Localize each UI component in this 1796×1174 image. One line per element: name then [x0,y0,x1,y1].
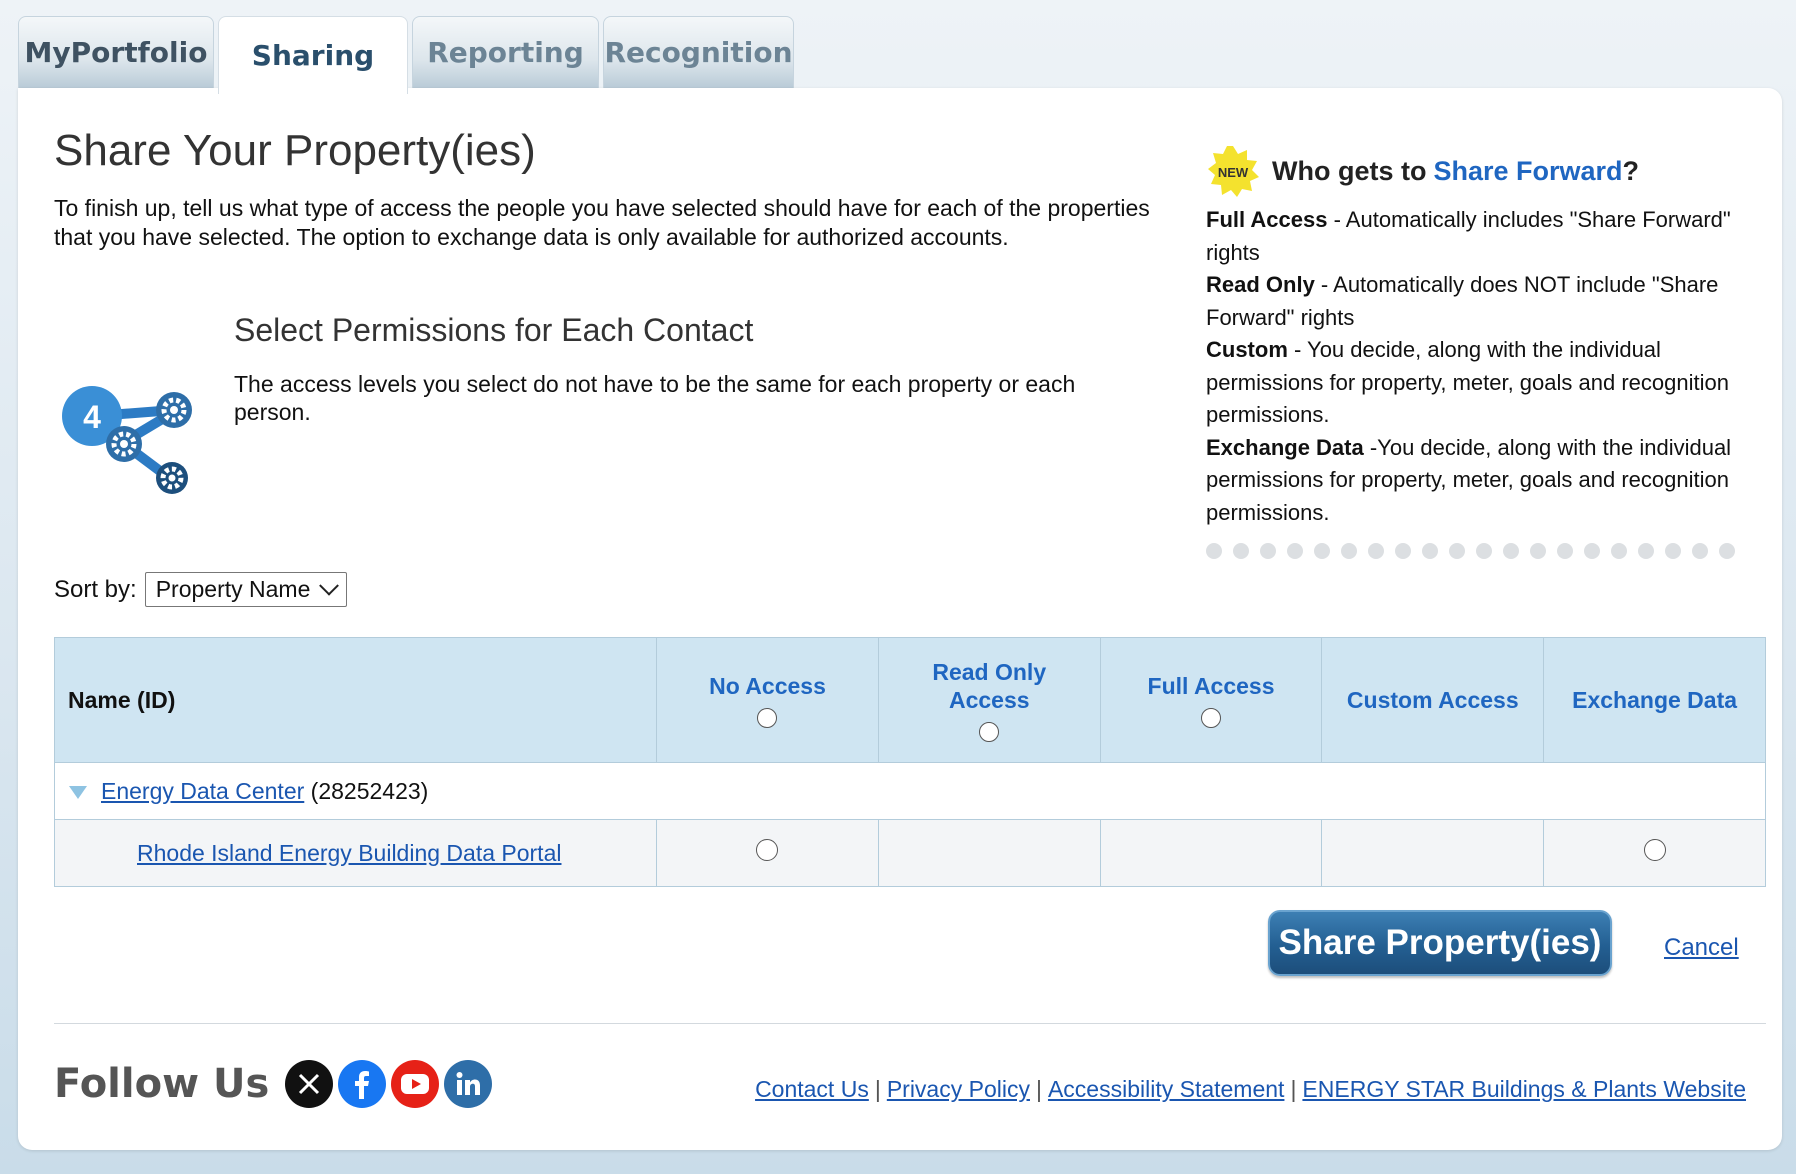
info-item-full: Full Access - Automatically includes "Sh… [1206,207,1731,265]
sort-selected-value: Property Name [155,576,311,602]
privacy-policy-link[interactable]: Privacy Policy [887,1076,1030,1102]
cancel-link[interactable]: Cancel [1664,934,1739,962]
carousel-dot[interactable] [1449,543,1465,559]
group-name-link[interactable]: Energy Data Center [101,778,304,804]
follow-us: Follow Us [54,1060,497,1108]
carousel-dot[interactable] [1530,543,1546,559]
carousel-dot[interactable] [1692,543,1708,559]
contact-us-link[interactable]: Contact Us [755,1076,869,1102]
carousel-dot[interactable] [1503,543,1519,559]
tab-reporting[interactable]: Reporting [412,16,599,88]
select-all-full-access-radio[interactable] [1201,708,1222,729]
table-row: Rhode Island Energy Building Data Portal [53,819,1766,887]
facebook-icon[interactable] [338,1060,387,1108]
row-exchange-data-cell [1543,819,1766,887]
carousel-dots [1206,543,1746,559]
carousel-dot[interactable] [1287,543,1303,559]
share-properties-button[interactable]: Share Property(ies) [1268,910,1612,976]
row-custom-access-cell [1321,819,1545,887]
tab-sharing[interactable]: Sharing [218,16,408,94]
content-panel: Share Your Property(ies) To finish up, t… [18,88,1782,1150]
carousel-dot[interactable] [1611,543,1627,559]
sort-label: Sort by: [54,575,137,603]
energy-star-website-link[interactable]: ENERGY STAR Buildings & Plants Website [1302,1076,1746,1102]
collapse-triangle-icon[interactable] [69,785,87,799]
x-icon[interactable] [285,1060,334,1108]
row-no-access-cell [656,819,879,887]
carousel-dot[interactable] [1206,543,1222,559]
row-read-only-cell [877,819,1101,887]
carousel-dot[interactable] [1395,543,1411,559]
row-name-link[interactable]: Rhode Island Energy Building Data Portal [137,840,561,866]
step-description: The access levels you select do not have… [234,371,1076,425]
carousel-dot[interactable] [1665,543,1681,559]
carousel-dot[interactable] [1341,543,1357,559]
new-badge-icon: NEW [1208,146,1259,197]
group-id: (28252423) [310,777,429,804]
exchange-data-radio[interactable] [1643,839,1666,861]
share-step-icon: 4 [62,386,192,494]
header-custom-access: Custom Access [1321,637,1545,763]
tab-myportfolio[interactable]: MyPortfolio [18,16,214,88]
carousel-dot[interactable] [1557,543,1573,559]
svg-text:NEW: NEW [1218,165,1249,180]
header-name: Name (ID) [53,637,658,763]
share-forward-info: NEW Who gets to Share Forward ? Full Acc… [1206,146,1746,559]
select-all-read-only-radio[interactable] [979,722,1000,743]
header-no-access: No Access [656,637,879,763]
property-group-row: Energy Data Center (28252423) [54,762,1766,820]
carousel-dot[interactable] [1368,543,1384,559]
info-heading: NEW Who gets to Share Forward ? [1206,146,1746,197]
share-forward-link[interactable]: Share Forward [1433,156,1622,187]
header-full-access: Full Access [1099,637,1323,763]
footer-divider [54,1023,1766,1024]
page-title: Share Your Property(ies) [54,126,536,175]
row-name-cell: Rhode Island Energy Building Data Portal [53,819,658,887]
youtube-icon[interactable] [391,1060,440,1108]
intro-text: To finish up, tell us what type of acces… [54,195,1150,250]
accessibility-statement-link[interactable]: Accessibility Statement [1048,1076,1284,1102]
carousel-dot[interactable] [1422,543,1438,559]
header-exchange-data: Exchange Data [1543,637,1766,763]
carousel-dot[interactable] [1638,543,1654,559]
footer-links: Contact Us | Privacy Policy | Accessibility … [755,1076,1746,1102]
info-item-exchange: Exchange Data -You decide, along with th… [1206,434,1732,525]
group-cell: Energy Data Center (28252423) [54,762,1766,820]
step-title: Select Permissions for Each Contact [234,312,754,348]
sort-control: Sort by: Property Name [54,572,348,607]
main-tabs: MyPortfolio Sharing Reporting Recognitio… [18,16,798,94]
select-all-no-access-radio[interactable] [757,708,778,729]
chevron-down-icon [319,575,340,596]
carousel-dot[interactable] [1584,543,1600,559]
info-heading-suffix: ? [1622,155,1640,186]
permissions-table: Name (ID) No Access Read Only Access Ful… [53,637,1766,887]
no-access-radio[interactable] [756,839,779,861]
carousel-dot[interactable] [1260,543,1276,559]
info-body: Full Access - Automatically includes "Sh… [1206,204,1746,529]
carousel-dot[interactable] [1719,543,1735,559]
carousel-dot[interactable] [1233,543,1249,559]
header-read-only: Read Only Access [877,637,1101,763]
info-heading-prefix: Who gets to [1272,155,1427,186]
svg-text:4: 4 [83,399,101,435]
info-item-custom: Custom - You decide, along with the indi… [1206,337,1729,427]
follow-us-label: Follow Us [54,1061,270,1107]
sort-select[interactable]: Property Name [144,572,348,607]
linkedin-icon[interactable] [444,1060,493,1108]
tab-recognition[interactable]: Recognition [603,16,794,88]
carousel-dot[interactable] [1476,543,1492,559]
row-full-access-cell [1099,819,1323,887]
info-item-readonly: Read Only - Automatically does NOT inclu… [1206,272,1719,330]
carousel-dot[interactable] [1314,543,1330,559]
